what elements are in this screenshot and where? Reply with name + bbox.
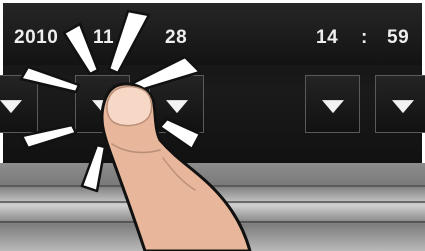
day-down-button[interactable] — [149, 75, 204, 133]
date-time-readout-bar: 2010 11 28 14 : 59 — [3, 3, 422, 65]
device-bezel — [0, 163, 425, 251]
triangle-down-icon — [391, 100, 414, 114]
triangle-down-icon — [321, 100, 344, 114]
month-down-button[interactable] — [75, 75, 130, 133]
year-down-button[interactable] — [0, 75, 38, 133]
display-panel: 2010 11 28 14 : 59 — [0, 3, 425, 163]
date-time-screen: 2010 11 28 14 : 59 — [0, 0, 425, 251]
day-value: 28 — [165, 27, 188, 48]
hour-value: 14 — [316, 27, 339, 48]
bezel-groove — [0, 201, 425, 203]
triangle-down-icon — [165, 100, 188, 114]
month-value: 11 — [93, 27, 115, 48]
bezel-groove — [0, 185, 425, 187]
time-separator: : — [361, 27, 368, 48]
minute-down-button[interactable] — [375, 75, 425, 133]
bezel-groove — [0, 221, 425, 223]
triangle-down-icon — [0, 100, 22, 114]
triangle-down-icon — [91, 100, 114, 114]
minute-value: 59 — [387, 27, 410, 48]
year-value: 2010 — [14, 27, 59, 48]
hour-down-button[interactable] — [305, 75, 360, 133]
